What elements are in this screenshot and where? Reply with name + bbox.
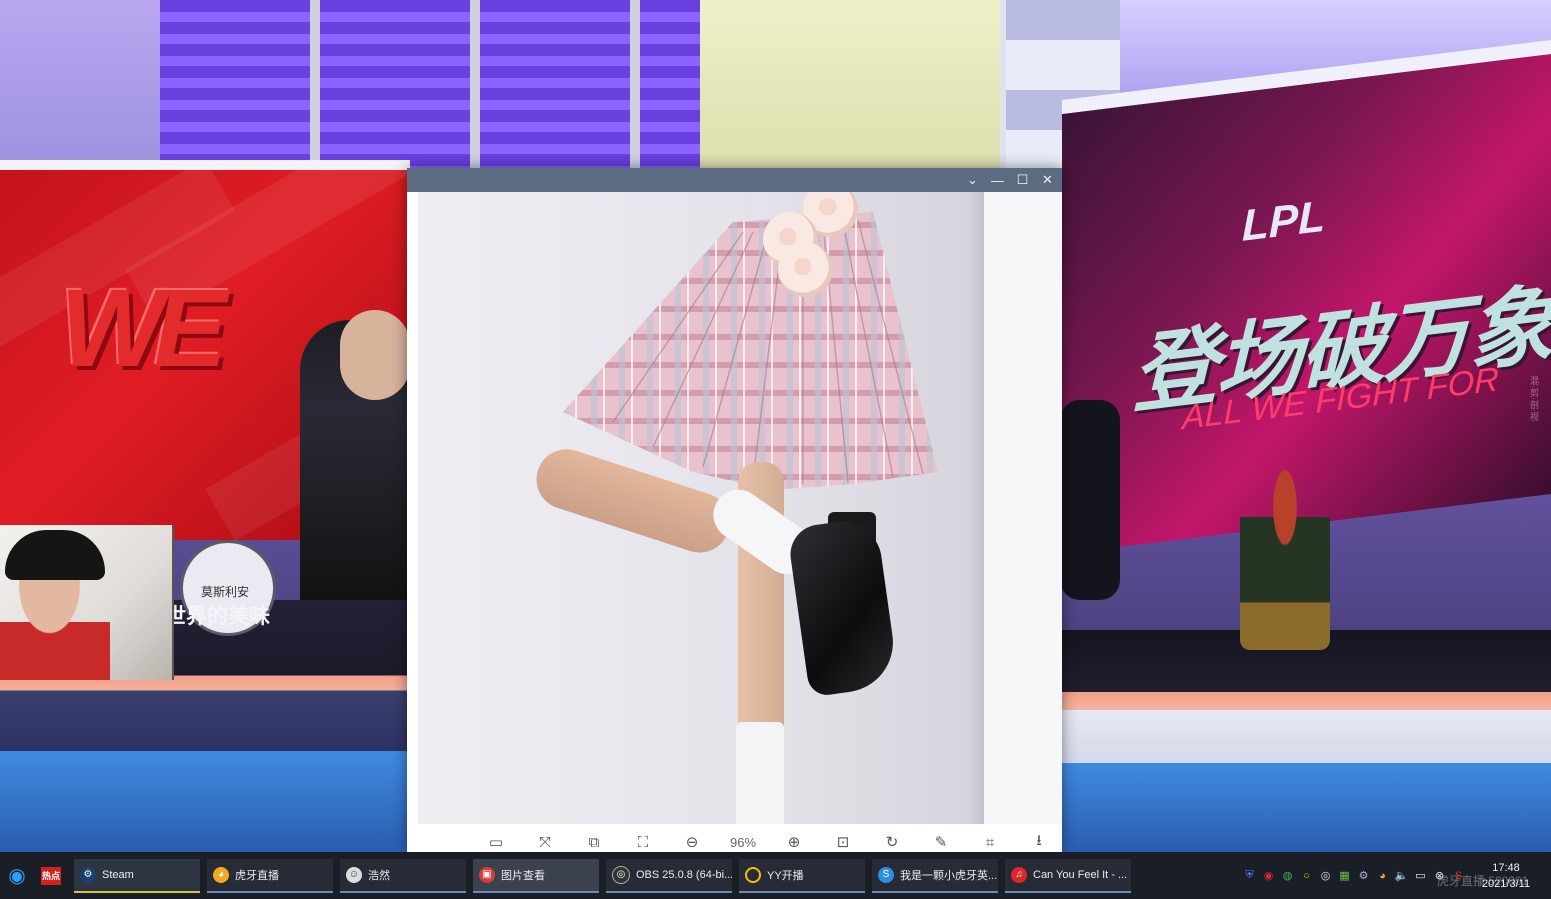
chat-app-icon: S — [878, 866, 894, 883]
photo-skirt — [553, 212, 943, 492]
streamer-webcam — [0, 525, 174, 680]
viewer-toolbar: ▭ ⤧ ⧉ ⛶ ⊖ 96% ⊕ ⊡ ↻ ✎ ⌗ ⭳ — [407, 832, 1062, 852]
taskbar-app-steam[interactable]: ⚙ Steam — [74, 858, 200, 893]
taskbar-app-label: 我是一颗小虎牙英... — [900, 869, 998, 882]
netease-tray-icon[interactable]: ◉ — [1260, 867, 1277, 884]
zoom-out-icon[interactable]: ⊖ — [680, 832, 704, 852]
side-vertical-text: 混·剪·剖·视 — [1529, 376, 1539, 421]
steam-icon: ⚙ — [80, 866, 96, 883]
taskbar-app-music[interactable]: ♫ Can You Feel It - ... — [1005, 858, 1131, 893]
taskbar-app-label: 图片查看 — [501, 869, 545, 882]
photo-shoe — [786, 516, 900, 698]
taskbar-app-huya[interactable]: ◕ 虎牙直播 — [207, 858, 333, 893]
figurine — [1240, 460, 1330, 650]
brand-sticker-text: 莫斯利安 — [201, 585, 250, 599]
taskbar-app-haoran[interactable]: ☺ 浩然 — [340, 858, 466, 893]
dropdown-icon[interactable]: ⌄ — [960, 168, 985, 192]
fit-screen-icon[interactable]: ⤧ — [533, 832, 557, 852]
image-viewer-icon: ▣ — [479, 866, 495, 883]
huya-tray-icon[interactable]: ◕ — [1374, 867, 1391, 884]
fullscreen-icon[interactable]: ⛶ — [631, 832, 655, 852]
we-logo: WE — [60, 267, 227, 390]
steam-tray-icon[interactable]: ⚙ — [1355, 867, 1372, 884]
avatar-icon: ☺ — [346, 866, 362, 883]
taskbar-app-label: 浩然 — [368, 869, 390, 882]
obs-icon: ◎ — [612, 865, 630, 884]
viewer-image-canvas[interactable] — [418, 192, 984, 824]
viewer-titlebar[interactable]: ⌄ — ☐ ✕ — [407, 168, 1062, 192]
shield-icon[interactable]: ⛨ — [1241, 867, 1258, 884]
minimize-button[interactable]: — — [985, 168, 1010, 192]
right-host — [1060, 400, 1120, 600]
photo-flowers — [758, 192, 868, 297]
netease-music-icon: ♫ — [1011, 866, 1027, 883]
compare-icon[interactable]: ⧉ — [582, 832, 606, 852]
desk-slogan: 世界的美味 — [165, 605, 270, 628]
news-app-icon[interactable]: 热点 — [34, 852, 68, 899]
obs-tray-icon[interactable]: ◎ — [1317, 867, 1334, 884]
huya-icon: ◕ — [213, 866, 229, 883]
taskbar-app-label: Can You Feel It - ... — [1033, 868, 1128, 881]
download-icon[interactable]: ⭳ — [1027, 832, 1051, 852]
windows-icon[interactable]: ▦ — [1336, 867, 1353, 884]
actual-size-icon[interactable]: ⊡ — [831, 832, 855, 852]
taskbar-app-yy[interactable]: YY开播 — [739, 858, 865, 893]
right-desk — [1062, 630, 1551, 852]
chrome-icon[interactable]: ◍ — [1279, 867, 1296, 884]
rotate-icon[interactable]: ↻ — [880, 832, 904, 852]
yy-tray-icon[interactable]: ○ — [1298, 867, 1315, 884]
edit-icon[interactable]: ✎ — [929, 832, 953, 852]
crop-icon[interactable]: ⌗ — [978, 832, 1002, 852]
lpl-logo: LPL — [1242, 191, 1326, 251]
taskbar-app-label: Steam — [102, 868, 134, 881]
image-viewer-window[interactable]: ⌄ — ☐ ✕ ▭ ⤧ ⧉ ⛶ ⊖ 96% ⊕ ⊡ ↻ ✎ ⌗ ⭳ — [407, 168, 1062, 852]
close-button[interactable]: ✕ — [1035, 168, 1060, 192]
taskbar-app-obs[interactable]: ◎ OBS 25.0.8 (64-bi... — [606, 858, 732, 893]
zoom-level: 96% — [729, 834, 757, 850]
volume-icon[interactable]: 🔈 — [1393, 867, 1410, 884]
network-icon[interactable]: ▭ — [1412, 867, 1429, 884]
viewer-side-margin — [984, 192, 1062, 824]
taskbar-app-image-viewer[interactable]: ▣ 图片查看 — [473, 858, 599, 893]
stream-watermark: 虎牙直播 520001 — [1437, 874, 1529, 888]
taskbar-app-label: OBS 25.0.8 (64-bi... — [636, 868, 732, 881]
taskbar: ◉ 热点 ⚙ Steam ◕ 虎牙直播 ☺ 浩然 ▣ 图片查看 ◎ OBS 25… — [0, 852, 1551, 899]
taskbar-app-label: 虎牙直播 — [235, 869, 279, 882]
left-host — [300, 310, 420, 610]
taskbar-app-chat[interactable]: S 我是一颗小虎牙英... — [872, 858, 998, 893]
photo-sock — [736, 722, 784, 824]
browser-icon[interactable]: ◉ — [0, 852, 34, 899]
taskbar-app-label: YY开播 — [767, 869, 804, 882]
studio-window-blinds — [160, 0, 712, 170]
yy-icon — [745, 866, 761, 883]
maximize-button[interactable]: ☐ — [1010, 168, 1035, 192]
zoom-in-icon[interactable]: ⊕ — [782, 832, 806, 852]
